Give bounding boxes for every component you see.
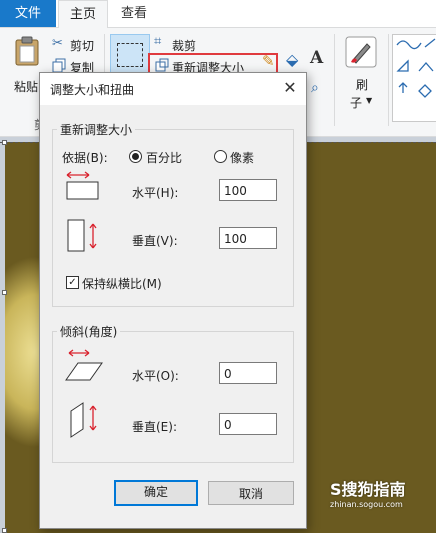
skew-horizontal-label: 水平(O): [132,369,179,383]
resize-handle[interactable] [2,140,7,145]
brush-icon [345,36,377,68]
pencil-icon[interactable]: ✎ [262,52,275,70]
shapes-gallery[interactable] [392,34,436,122]
vertical-label: 垂直(V): [132,234,178,248]
dialog-titlebar[interactable]: 调整大小和扭曲 ✕ [40,73,306,105]
shapes-icon [396,38,436,98]
cancel-button[interactable]: 取消 [208,481,294,505]
pixels-radio[interactable] [214,150,227,163]
keep-ratio-checkbox[interactable]: ✓ [66,276,79,289]
watermark-url: zhinan.sogou.com [330,500,403,509]
paste-label: 粘贴 [14,80,39,94]
watermark: S搜狗指南 zhinan.sogou.com [330,476,406,509]
skew-horizontal-input[interactable]: 0 [219,362,277,384]
resize-handle[interactable] [2,290,7,295]
ribbon-separator [388,34,389,126]
pixels-label[interactable]: 像素 [230,149,254,166]
fill-icon[interactable]: ⬙ [286,50,298,69]
resize-icon [155,58,169,72]
resize-skew-dialog: 调整大小和扭曲 ✕ 重新调整大小 依据(B): 百分比 像素 水平(H): 10… [39,72,307,529]
vertical-input[interactable]: 100 [219,227,277,249]
tab-file[interactable]: 文件 [0,0,56,27]
horizontal-resize-icon [66,171,99,200]
vertical-skew-icon [70,402,97,438]
magnifier-icon[interactable]: ⌕ [311,80,319,96]
chevron-down-icon: ▼ [366,96,373,105]
skew-vertical-label: 垂直(E): [132,420,177,434]
tab-view[interactable]: 查看 [110,0,158,27]
percent-radio[interactable] [129,150,142,163]
tab-home[interactable]: 主页 [58,0,108,29]
keep-ratio-label[interactable]: 保持纵横比(M) [82,275,162,292]
dialog-title: 调整大小和扭曲 [50,83,135,97]
by-label: 依据(B): [62,151,108,165]
ok-button[interactable]: 确定 [114,480,198,506]
horizontal-label: 水平(H): [132,186,179,200]
select-rect-icon [117,43,143,67]
ribbon-tab-bar: 文件 主页 查看 [0,0,436,29]
crop-icon: ⌗ [154,34,162,49]
vertical-resize-icon [67,219,97,252]
cut-button[interactable]: 剪切 [70,37,94,54]
brushes-button[interactable]: 刷 子 ▼ [340,34,382,114]
percent-label[interactable]: 百分比 [146,149,182,166]
horizontal-skew-icon [65,349,103,381]
watermark-name: S搜狗指南 [330,480,406,499]
close-button[interactable]: ✕ [278,76,302,100]
text-tool-icon[interactable]: A [310,48,323,68]
horizontal-input[interactable]: 100 [219,179,277,201]
scissors-icon: ✂ [52,36,63,51]
skew-group-title: 倾斜(角度) [57,323,121,340]
copy-icon [52,58,66,73]
resize-handle[interactable] [2,528,7,533]
ribbon-separator [334,34,335,126]
resize-group-title: 重新调整大小 [57,121,136,138]
brush-label-1: 刷 [356,78,369,92]
crop-button[interactable]: 裁剪 [172,37,196,54]
clipboard-icon [15,36,39,66]
brush-label-2: 子 [350,96,363,110]
skew-vertical-input[interactable]: 0 [219,413,277,435]
